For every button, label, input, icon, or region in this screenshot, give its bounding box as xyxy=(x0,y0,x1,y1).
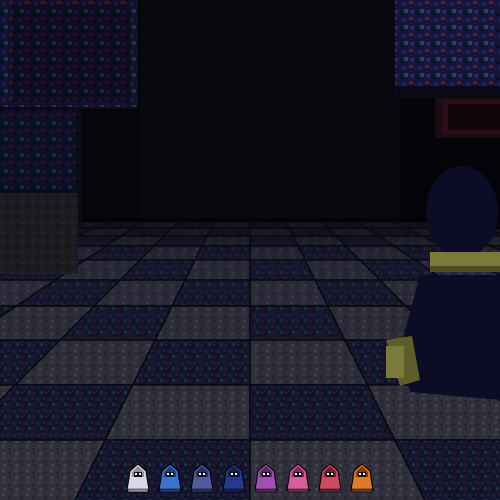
hotbar-slot[interactable] xyxy=(188,462,216,494)
white-hooded-figure-icon xyxy=(126,463,150,493)
crimson-hooded-figure-icon xyxy=(318,463,342,493)
hotbar-slot[interactable] xyxy=(252,462,280,494)
floor-tile xyxy=(183,259,251,281)
blue-hooded-figure-icon xyxy=(158,463,182,493)
floor-tile xyxy=(170,279,251,307)
violet-hooded-figure-icon xyxy=(254,463,278,493)
hotbar[interactable] xyxy=(124,462,376,494)
navy-hooded-figure-icon xyxy=(222,463,246,493)
orange-hooded-figure-icon xyxy=(350,463,374,493)
scene-canvas xyxy=(0,0,500,500)
hotbar-slot[interactable] xyxy=(348,462,376,494)
slate-hooded-figure-icon xyxy=(190,463,214,493)
hotbar-slot[interactable] xyxy=(316,462,344,494)
hotbar-slot[interactable] xyxy=(220,462,248,494)
hotbar-slot[interactable] xyxy=(124,462,152,494)
far-wall xyxy=(140,0,400,222)
hotbar-slot[interactable] xyxy=(284,462,312,494)
floor-tile xyxy=(249,259,317,281)
game-viewport[interactable] xyxy=(0,0,500,500)
floor-tile xyxy=(153,305,251,341)
hotbar-slot[interactable] xyxy=(156,462,184,494)
pink-hooded-figure-icon xyxy=(286,463,310,493)
